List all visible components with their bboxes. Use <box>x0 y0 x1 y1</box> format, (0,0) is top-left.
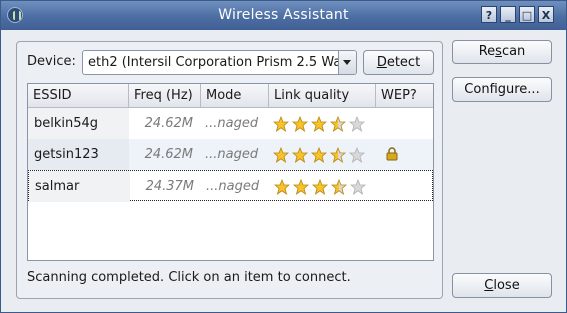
title-bar[interactable]: Wireless Assistant ? _ □ X <box>1 1 566 30</box>
column-header-essid[interactable]: ESSID <box>28 84 129 108</box>
device-select-value: eth2 (Intersil Corporation Prism 2.5 Wav… <box>88 55 357 70</box>
link-quality-stars <box>274 171 374 202</box>
essid-cell: belkin54g <box>28 108 129 139</box>
wep-cell <box>380 139 400 170</box>
rescan-button-label-post: can <box>501 44 526 59</box>
star-icon <box>273 147 289 163</box>
link-quality-stars <box>273 139 373 170</box>
column-header-wep[interactable]: WEP? <box>376 84 433 108</box>
star-icon <box>293 179 309 195</box>
network-row[interactable]: salmar 24.37M ...naged <box>28 170 433 202</box>
freq-cell: 24.62M <box>144 147 193 162</box>
wireless-assistant-window: Wireless Assistant ? _ □ X Device: eth2 … <box>0 0 567 313</box>
device-select[interactable]: eth2 (Intersil Corporation Prism 2.5 Wav… <box>82 50 357 75</box>
maximize-button[interactable]: □ <box>519 6 535 23</box>
star-icon <box>311 147 327 163</box>
minimize-button[interactable]: _ <box>500 6 516 23</box>
wep-cell <box>380 108 400 139</box>
mode-cell: ...naged <box>206 179 260 194</box>
star-icon <box>292 116 308 132</box>
detect-button-mnemonic: D <box>376 55 387 70</box>
device-label: Device: <box>27 54 76 69</box>
column-header-mode[interactable]: Mode <box>201 84 269 108</box>
star-icon <box>292 147 308 163</box>
close-button-label-post: lose <box>493 278 520 293</box>
star-icon <box>331 179 347 195</box>
wep-cell <box>381 171 401 202</box>
star-icon <box>311 116 327 132</box>
star-icon <box>349 116 365 132</box>
column-header-freq[interactable]: Freq (Hz) <box>129 84 201 108</box>
chevron-down-icon[interactable] <box>338 51 356 74</box>
star-icon <box>330 147 346 163</box>
network-row[interactable]: getsin123 24.62M ...naged <box>28 139 433 170</box>
rescan-button[interactable]: Rescan <box>452 40 552 64</box>
close-window-button[interactable]: X <box>538 6 554 23</box>
rescan-button-mnemonic: s <box>495 44 502 59</box>
mode-cell: ...naged <box>205 116 259 131</box>
link-quality-stars <box>273 108 373 139</box>
star-icon <box>274 179 290 195</box>
rescan-button-label-pre: Re <box>478 44 496 59</box>
lock-icon <box>386 147 398 161</box>
freq-cell: 24.37M <box>145 179 194 194</box>
network-row[interactable]: belkin54g 24.62M ...naged <box>28 108 433 139</box>
close-button-mnemonic: C <box>484 278 494 293</box>
star-icon <box>273 116 289 132</box>
help-button[interactable]: ? <box>481 6 497 23</box>
column-header-link-quality[interactable]: Link quality <box>269 84 376 108</box>
detect-button-label-post: etect <box>386 55 421 70</box>
network-list[interactable]: ESSID Freq (Hz) Mode Link quality WEP? b… <box>27 83 434 261</box>
close-button[interactable]: Close <box>452 273 552 298</box>
mode-cell: ...naged <box>205 147 259 162</box>
configure-button[interactable]: Configure... <box>452 77 552 102</box>
essid-cell: getsin123 <box>28 139 129 170</box>
status-text: Scanning completed. Click on an item to … <box>27 270 351 285</box>
detect-button[interactable]: Detect <box>363 50 434 75</box>
star-icon <box>330 116 346 132</box>
star-icon <box>350 179 366 195</box>
star-icon <box>312 179 328 195</box>
essid-cell: salmar <box>29 171 130 202</box>
freq-cell: 24.62M <box>144 116 193 131</box>
star-icon <box>349 147 365 163</box>
